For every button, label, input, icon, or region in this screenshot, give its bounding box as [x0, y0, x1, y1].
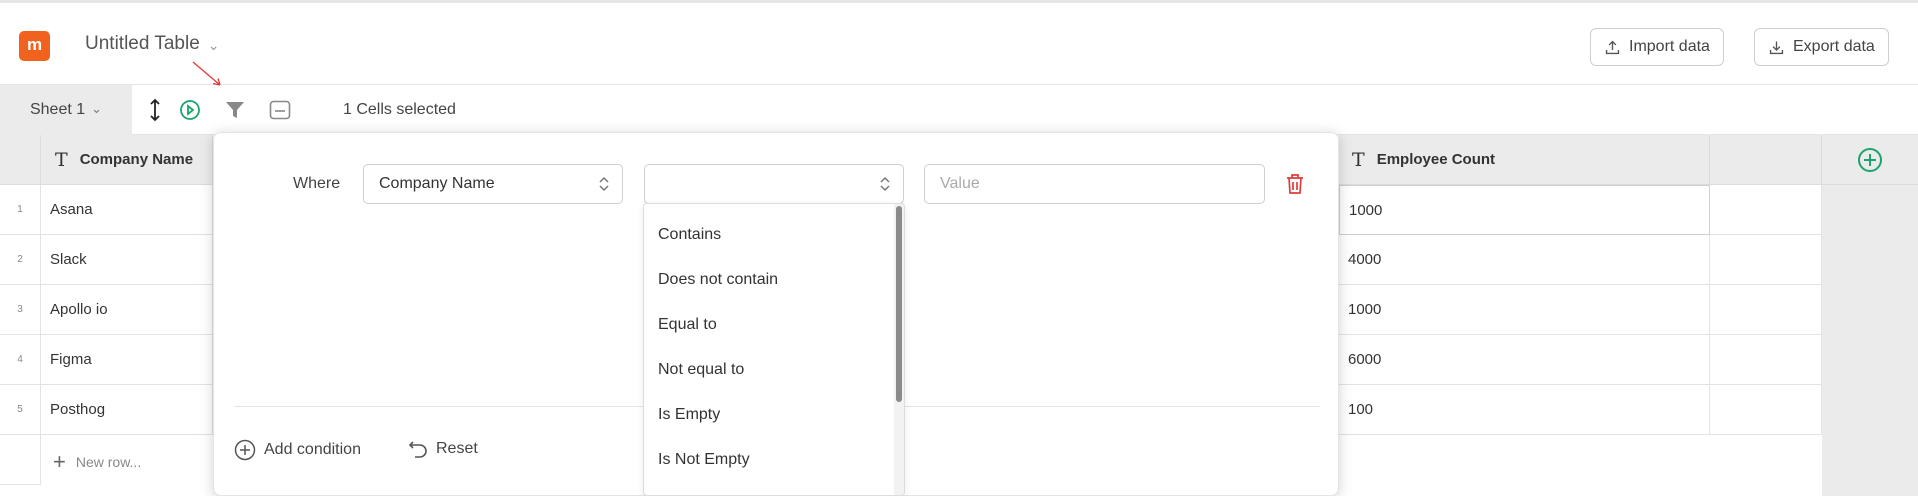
annotation-arrow-icon — [192, 61, 221, 86]
dropdown-option-equal-to[interactable]: Equal to — [644, 302, 904, 347]
add-column-button[interactable] — [1822, 135, 1918, 185]
row-height-icon[interactable] — [143, 98, 167, 122]
table-cell-company[interactable]: Figma — [41, 335, 213, 385]
selection-status: 1 Cells selected — [343, 101, 456, 118]
field-select[interactable]: Company Name — [363, 164, 623, 204]
text-type-icon: T — [55, 148, 68, 171]
table-cell-company[interactable]: Apollo io — [41, 285, 213, 335]
import-data-label: Import data — [1629, 38, 1710, 55]
dropdown-option-is-empty[interactable]: Is Empty — [644, 392, 904, 437]
add-column-area — [1822, 185, 1918, 496]
table-cell-employees[interactable]: 4000 — [1339, 235, 1710, 285]
table-cell-empty[interactable] — [1710, 285, 1822, 335]
table-cell-empty[interactable] — [1710, 335, 1822, 385]
table-cell-empty[interactable] — [1710, 385, 1822, 435]
table-cell-company[interactable]: Asana — [41, 185, 213, 235]
operator-dropdown-menu: Contains Does not contain Equal to Not e… — [643, 203, 905, 496]
row-number: 3 — [0, 285, 41, 335]
column-header-company-name[interactable]: T Company Name — [41, 135, 213, 185]
column-header-label: Company Name — [79, 151, 194, 168]
app-logo[interactable]: m — [19, 31, 50, 61]
dropdown-scrollbar[interactable] — [896, 206, 902, 402]
row-number: 1 — [0, 185, 41, 235]
table-cell-company[interactable]: Slack — [41, 235, 213, 285]
table-title[interactable]: Untitled Table ⌄ — [85, 33, 220, 55]
sort-arrows-icon — [599, 176, 609, 192]
column-header-empty — [1710, 135, 1822, 185]
reset-label: Reset — [436, 440, 478, 457]
table-cell-employees[interactable]: 1000 — [1339, 285, 1710, 335]
upload-icon — [1605, 40, 1620, 54]
new-row-label: New row... — [75, 454, 142, 470]
sort-arrows-icon — [880, 176, 890, 192]
plus-icon: + — [53, 449, 66, 474]
table-cell-empty[interactable] — [1710, 235, 1822, 285]
trash-icon[interactable] — [1285, 173, 1305, 195]
field-select-value: Company Name — [379, 175, 495, 192]
run-icon[interactable] — [178, 98, 202, 122]
dropdown-option-not-equal-to[interactable]: Not equal to — [644, 347, 904, 392]
new-row-button[interactable]: + New row... — [41, 437, 141, 487]
toolbar: Sheet 1 ⌄ 1 Cells selected — [0, 85, 1918, 135]
sheet-tab-label: Sheet 1 — [29, 101, 86, 118]
plus-circle-icon — [234, 439, 256, 461]
text-type-icon: T — [1352, 148, 1365, 171]
chevron-down-icon: ⌄ — [207, 37, 220, 53]
where-label: Where — [293, 175, 341, 192]
operator-select[interactable] — [644, 164, 904, 204]
reset-button[interactable]: Reset — [408, 439, 478, 459]
column-header-employee-count[interactable]: T Employee Count — [1339, 135, 1710, 185]
table-cell-employees[interactable]: 6000 — [1339, 335, 1710, 385]
undo-icon — [408, 441, 427, 458]
value-input[interactable] — [924, 164, 1265, 204]
dropdown-option-does-not-contain[interactable]: Does not contain — [644, 257, 904, 302]
export-data-label: Export data — [1793, 38, 1875, 55]
dropdown-option-is-not-empty[interactable]: Is Not Empty — [644, 437, 904, 482]
top-bar: m Untitled Table ⌄ Import data Export da… — [0, 0, 1918, 85]
import-data-button[interactable]: Import data — [1590, 28, 1724, 66]
table-cell-employees[interactable]: 1000 — [1339, 185, 1710, 235]
tab-sheet-1[interactable]: Sheet 1 ⌄ — [0, 85, 132, 135]
table-cell-company[interactable]: Posthog — [41, 385, 213, 435]
add-condition-label: Add condition — [264, 441, 361, 458]
table-title-text: Untitled Table — [85, 33, 200, 54]
row-number-header — [0, 135, 41, 185]
comment-icon[interactable] — [268, 98, 292, 122]
plus-circle-icon — [1858, 147, 1882, 172]
row-number: 5 — [0, 385, 41, 435]
chevron-down-icon: ⌄ — [91, 100, 103, 116]
column-header-label: Employee Count — [1376, 151, 1496, 168]
table-cell-employees[interactable]: 100 — [1339, 385, 1710, 435]
filter-icon[interactable] — [223, 98, 247, 122]
dropdown-option-contains[interactable]: Contains — [644, 212, 904, 257]
table-cell-empty[interactable] — [1710, 185, 1822, 235]
row-number: 4 — [0, 335, 41, 385]
download-icon — [1769, 41, 1784, 54]
export-data-button[interactable]: Export data — [1754, 28, 1889, 66]
add-condition-button[interactable]: Add condition — [234, 439, 361, 461]
row-number: 2 — [0, 235, 41, 285]
row-number-empty — [0, 435, 41, 485]
